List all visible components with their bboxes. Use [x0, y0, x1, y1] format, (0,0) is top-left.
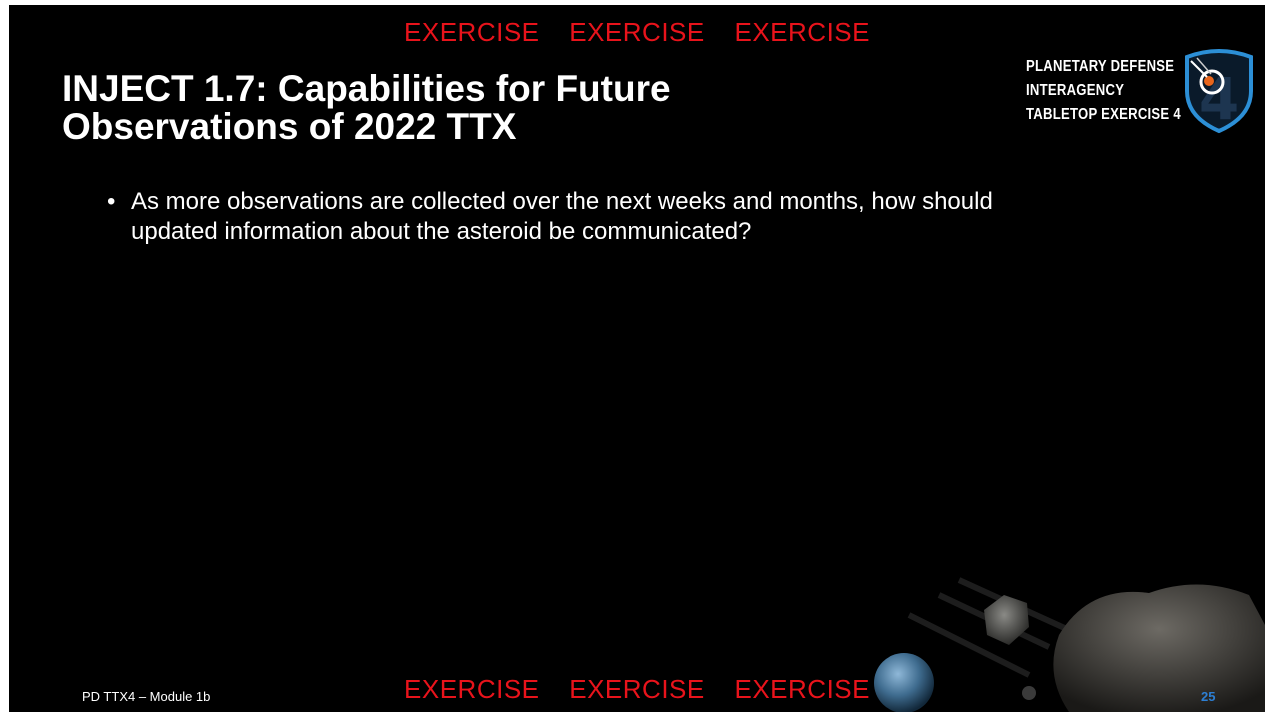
- page-number: 25: [1201, 689, 1216, 704]
- bullet-list: • As more observations are collected ove…: [107, 187, 1107, 247]
- bullet-text-line-1: As more observations are collected over …: [131, 188, 993, 215]
- exercise-banner-top: EXERCISE EXERCISE EXERCISE: [9, 17, 1265, 48]
- logo-line-3: TABLETOP EXERCISE 4: [1026, 106, 1181, 123]
- bullet-item: • As more observations are collected ove…: [107, 187, 1107, 247]
- logo-line-1: PLANETARY DEFENSE: [1026, 58, 1175, 75]
- exercise-label: EXERCISE: [734, 674, 870, 704]
- slide-frame: EXERCISE EXERCISE EXERCISE INJECT 1.7: C…: [9, 5, 1265, 712]
- exercise-label: EXERCISE: [734, 17, 870, 47]
- exercise-label: EXERCISE: [569, 17, 705, 47]
- footer-module-label: PD TTX4 – Module 1b: [82, 689, 211, 704]
- planetary-defense-shield-icon: 4: [1185, 49, 1253, 134]
- exercise-label: EXERCISE: [569, 674, 705, 704]
- slide-title-line-1: INJECT 1.7: Capabilities for Future: [62, 68, 671, 109]
- ttx-logo-text: PLANETARY DEFENSE INTERAGENCY TABLETOP E…: [1026, 55, 1181, 127]
- slide-title: INJECT 1.7: Capabilities for Future Obse…: [62, 70, 902, 146]
- exercise-label: EXERCISE: [404, 674, 540, 704]
- bullet-dot-icon: •: [107, 188, 116, 215]
- slide-title-line-2: Observations of 2022 TTX: [62, 106, 517, 147]
- logo-line-2: INTERAGENCY: [1026, 82, 1125, 99]
- bullet-text-line-2: updated information about the asteroid b…: [131, 218, 752, 245]
- exercise-label: EXERCISE: [404, 17, 540, 47]
